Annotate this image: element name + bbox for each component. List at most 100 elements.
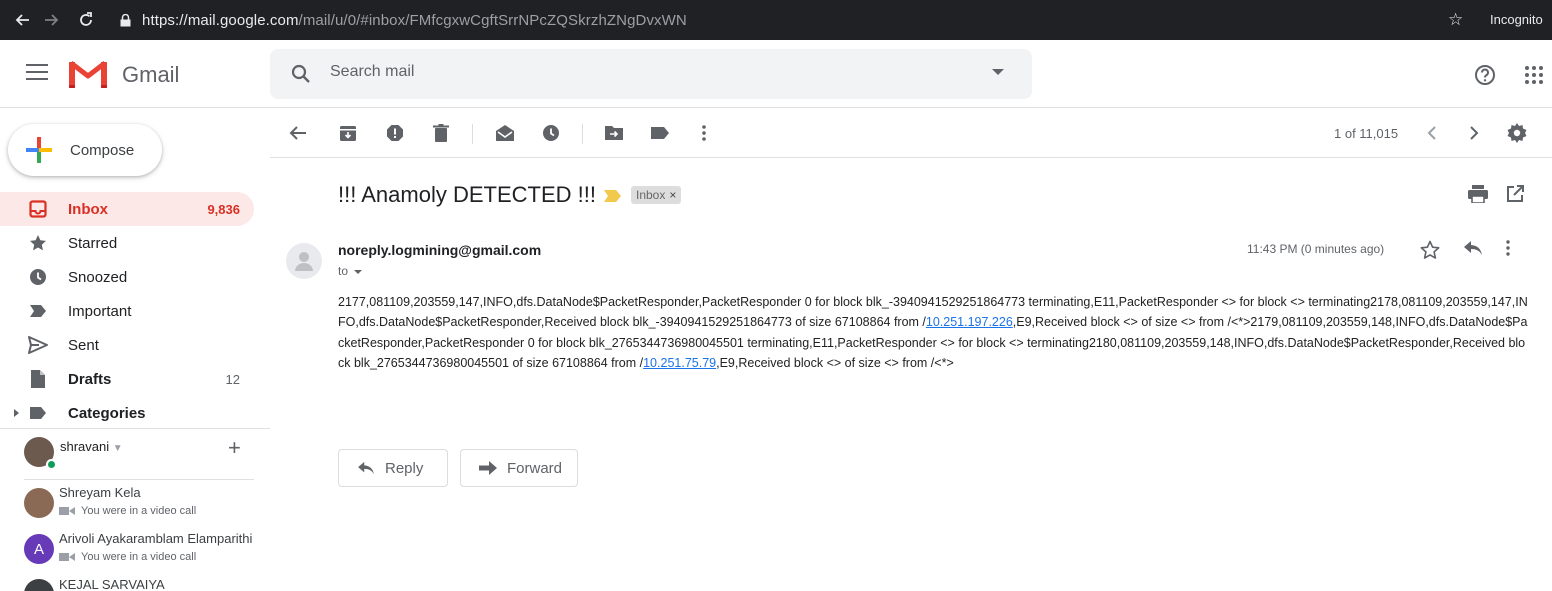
hangouts-panel: shravani ▼ + Shreyam Kela You were in a … [0,428,270,591]
more-icon[interactable] [694,123,714,143]
avatar: A [24,534,54,564]
sidebar-item-snoozed[interactable]: Snoozed [0,260,254,294]
body-text-part: ,E9,Received block <> of size <> from /<… [716,355,954,370]
message-timestamp: 11:43 PM (0 minutes ago) [1247,242,1385,256]
menu-icon[interactable] [26,64,48,84]
sidebar-item-important[interactable]: Important [0,294,254,328]
help-icon[interactable] [1474,64,1496,86]
contact-item[interactable]: Shreyam Kela You were in a video call [0,485,270,531]
forward-button[interactable]: Forward [460,449,578,487]
sidebar-item-sent[interactable]: Sent [0,328,254,362]
forward-button-label: Forward [507,459,563,477]
toolbar-divider [582,124,583,144]
reply-button-label: Reply [385,459,424,477]
app-name[interactable]: Gmail [122,62,179,88]
sidebar-item-label: Important [68,302,132,320]
compose-plus-icon [24,135,54,165]
url-path: /mail/u/0/#inbox/FMfcgxwCgftSrrNPcZQSkrz… [298,11,687,29]
label-chip-text: Inbox [636,188,666,202]
divider [24,479,254,480]
delete-icon[interactable] [431,123,451,143]
search-options-icon[interactable] [992,69,1004,75]
sidebar-item-drafts[interactable]: Drafts 12 [0,362,254,396]
url-host: https://mail.google.com [142,11,299,29]
contact-status-text: You were in a video call [81,551,197,563]
sender-avatar[interactable] [286,243,322,279]
settings-icon[interactable] [1507,123,1527,143]
search-bar[interactable] [270,49,1032,99]
send-icon [28,335,48,355]
label-icon [28,403,48,423]
sidebar-item-inbox[interactable]: Inbox 9,836 [0,192,254,226]
reply-button[interactable]: Reply [338,449,448,487]
more-options-icon[interactable] [1506,240,1526,262]
older-icon[interactable] [1464,123,1484,143]
snooze-icon[interactable] [541,123,561,143]
hangouts-user-name[interactable]: shravani ▼ [60,439,123,454]
print-icon[interactable] [1468,185,1488,205]
hangouts-me[interactable]: shravani ▼ + [0,429,270,480]
compose-label: Compose [70,141,135,159]
star-message-icon[interactable] [1420,240,1442,262]
sidebar-item-label: Snoozed [68,268,128,286]
email-subject: !!! Anamoly DETECTED !!! [338,182,596,207]
mark-unread-icon[interactable] [495,123,515,143]
compose-button[interactable]: Compose [8,124,162,176]
newer-icon[interactable] [1422,123,1442,143]
sidebar-item-starred[interactable]: Starred [0,226,254,260]
chevron-down-icon[interactable]: ▼ [113,443,123,454]
archive-icon[interactable] [338,123,358,143]
contact-item[interactable]: A Arivoli Ayakaramblam Elamparithi You w… [0,531,270,577]
video-call-icon [59,507,75,515]
expand-arrow-icon[interactable] [14,409,19,417]
sidebar-item-categories[interactable]: Categories [0,396,254,430]
ip-link[interactable]: 10.251.197.226 [926,315,1013,329]
reply-icon[interactable] [1463,240,1485,262]
reload-icon[interactable] [72,6,100,34]
address-bar[interactable]: https://mail.google.com/mail/u/0/#inbox/… [118,6,1478,34]
contact-item[interactable]: KEJAL SARVAIYA [0,577,270,591]
labels-icon[interactable] [650,123,670,143]
recipient-label: to [338,264,349,278]
chevron-down-icon[interactable] [354,269,363,274]
search-input[interactable] [330,63,930,81]
lock-icon [118,13,132,27]
search-icon[interactable] [290,63,312,85]
sidebar-item-label: Starred [68,234,118,252]
sidebar: Compose Inbox 9,836 Starred Snoozed Impo… [0,108,270,591]
recipient-line[interactable]: to [338,264,363,278]
contact-status: You were in a video call [59,551,196,563]
avatar [24,579,54,591]
inbox-label-chip[interactable]: Inbox × [631,186,682,204]
sidebar-item-label: Categories [68,404,146,422]
back-icon[interactable] [8,6,36,34]
sidebar-item-label: Inbox [68,200,108,218]
report-spam-icon[interactable] [385,123,405,143]
forward-icon[interactable] [38,6,66,34]
apps-icon[interactable] [1524,65,1544,85]
ip-link[interactable]: 10.251.75.79 [643,356,716,370]
star-icon [28,233,48,253]
drafts-count: 12 [225,371,240,387]
toolbar-divider [472,124,473,144]
incognito-label: Incognito [1490,12,1543,27]
bookmark-star-icon[interactable]: ☆ [1448,10,1463,30]
move-to-icon[interactable] [604,123,624,143]
back-to-inbox-icon[interactable] [288,123,308,143]
avatar [24,488,54,518]
add-contact-button[interactable]: + [228,435,241,461]
inbox-count: 9,836 [207,201,240,217]
sender-address[interactable]: noreply.logmining@gmail.com [338,242,541,258]
sidebar-item-label: Drafts [68,370,112,388]
remove-label-icon[interactable]: × [669,188,676,202]
message-toolbar: 1 of 11,015 [270,108,1552,158]
reply-icon [358,461,374,475]
open-in-new-window-icon[interactable] [1506,185,1526,205]
sidebar-item-label: Sent [68,336,99,354]
important-marker-icon[interactable] [604,189,622,202]
presence-online-icon [46,459,57,470]
contact-name: KEJAL SARVAIYA [59,577,165,591]
draft-icon [28,369,48,389]
gmail-logo[interactable] [68,59,108,89]
contact-status: You were in a video call [59,505,196,517]
